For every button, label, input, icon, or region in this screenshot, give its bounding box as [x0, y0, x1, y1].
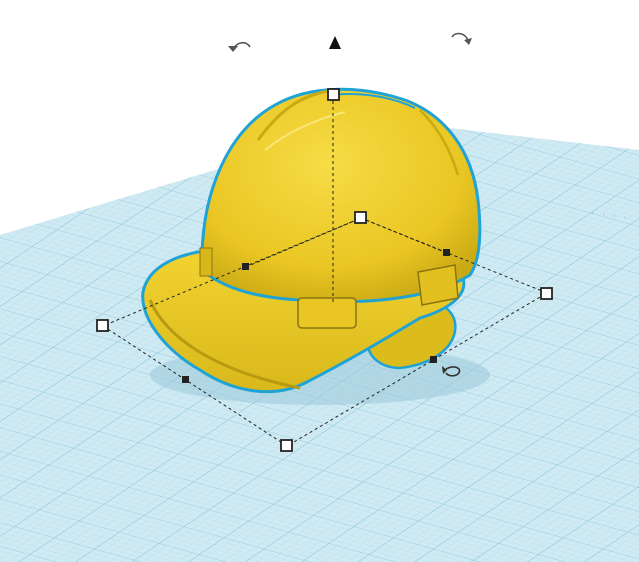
- rotate-clockwise-icon[interactable]: [451, 32, 472, 45]
- rotate-counterclockwise-icon[interactable]: [228, 41, 251, 52]
- height-handle[interactable]: [327, 88, 340, 101]
- 3d-workplane-viewport[interactable]: · · · ·: [0, 0, 639, 562]
- corner-handle-right[interactable]: [540, 287, 553, 300]
- center-handle[interactable]: [354, 211, 367, 224]
- scene-canvas[interactable]: · · · ·: [0, 0, 639, 562]
- corner-handle-front[interactable]: [280, 439, 293, 452]
- edge-handle-back-right[interactable]: [443, 249, 450, 256]
- edge-handle-right-front[interactable]: [430, 356, 437, 363]
- up-arrow-cone-icon[interactable]: [329, 36, 341, 49]
- edge-handle-back-left[interactable]: [242, 263, 249, 270]
- corner-handle-left[interactable]: [96, 319, 109, 332]
- edge-handle-left-front[interactable]: [182, 376, 189, 383]
